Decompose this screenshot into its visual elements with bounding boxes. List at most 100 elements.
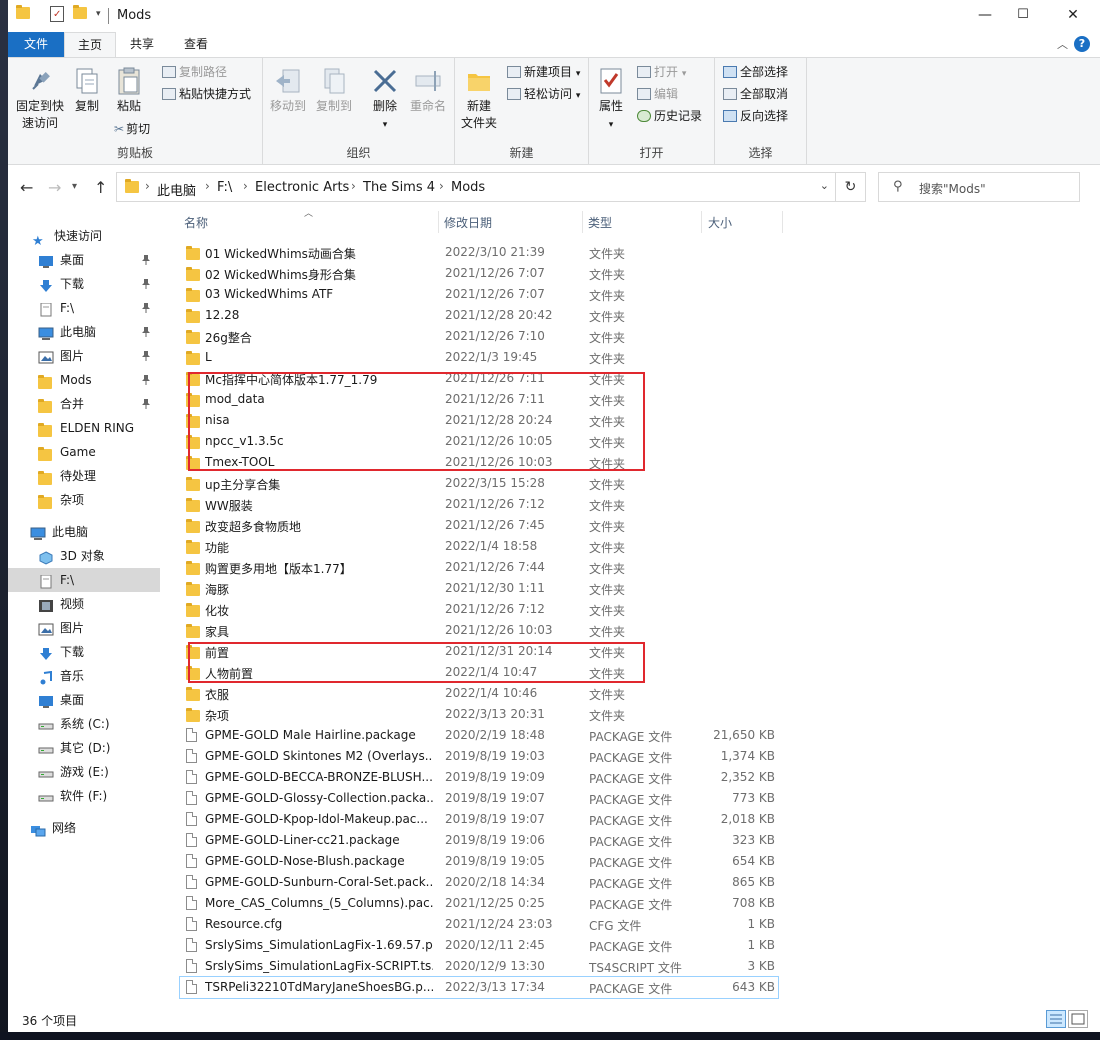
copy-to-button[interactable]: 复制到	[313, 62, 355, 115]
breadcrumb-separator[interactable]: ›	[243, 179, 248, 193]
file-row[interactable]: GPME-GOLD-Nose-Blush.package 2019/8/19 19…	[180, 851, 778, 872]
column-header-size[interactable]: 大小	[708, 214, 732, 231]
maximize-button[interactable]: ☐	[1000, 0, 1046, 32]
nav-item-pc[interactable]: 软件 (F:)	[8, 784, 160, 808]
folder-row[interactable]: 衣服 2022/1/4 10:46 文件夹	[180, 683, 778, 704]
tab-share[interactable]: 共享	[116, 32, 168, 57]
nav-item-quick[interactable]: Mods	[8, 368, 160, 392]
tab-home[interactable]: 主页	[64, 32, 116, 57]
column-header-date[interactable]: 修改日期	[444, 214, 492, 231]
file-row[interactable]: Resource.cfg 2021/12/24 23:03 CFG 文件 1 KB	[180, 914, 778, 935]
folder-row[interactable]: 海豚 2021/12/30 1:11 文件夹	[180, 578, 778, 599]
folder-row[interactable]: 功能 2022/1/4 18:58 文件夹	[180, 536, 778, 557]
breadcrumb-separator[interactable]: ›	[351, 179, 356, 193]
properties-quick-icon[interactable]: ✓	[50, 6, 64, 22]
file-row[interactable]: GPME-GOLD Male Hairline.package 2020/2/19…	[180, 725, 778, 746]
nav-item-quick[interactable]: Game	[8, 440, 160, 464]
file-row[interactable]: GPME-GOLD-Sunburn-Coral-Set.pack... 2020/…	[180, 872, 778, 893]
forward-arrow-icon[interactable]: →	[48, 178, 61, 197]
address-bar[interactable]: › 此电脑 › F:\ › Electronic Arts › The Sims…	[116, 172, 836, 202]
nav-item-pc[interactable]: 音乐	[8, 664, 160, 688]
column-divider[interactable]	[782, 211, 783, 233]
nav-item-pc[interactable]: 游戏 (E:)	[8, 760, 160, 784]
file-row[interactable]: More_CAS_Columns_(5_Columns).pac... 2021/…	[180, 893, 778, 914]
open-button[interactable]: 打开 ▾	[637, 62, 686, 82]
pin-quick-access-button[interactable]: 固定到快 速访问	[12, 62, 68, 132]
file-row[interactable]: GPME-GOLD-Kpop-Idol-Makeup.pac... 2019/8/…	[180, 809, 778, 830]
file-row[interactable]: GPME-GOLD-Liner-cc21.package 2019/8/19 19…	[180, 830, 778, 851]
copy-path-button[interactable]: 复制路径	[162, 62, 227, 82]
history-button[interactable]: 历史记录	[637, 106, 702, 126]
file-row[interactable]: SrslySims_SimulationLagFix-1.69.57.p... 2…	[180, 935, 778, 956]
edit-button[interactable]: 编辑	[637, 84, 678, 104]
folder-row[interactable]: 02 WickedWhims身形合集 2021/12/26 7:07 文件夹	[180, 263, 778, 284]
address-history-chevron-icon[interactable]: ⌄	[820, 179, 829, 192]
delete-dropdown-icon[interactable]: ▾	[383, 120, 388, 130]
nav-item-quick[interactable]: 此电脑	[8, 320, 160, 344]
easy-access-button[interactable]: 轻松访问 ▾	[507, 84, 580, 104]
nav-item-pc[interactable]: 3D 对象	[8, 544, 160, 568]
rename-button[interactable]: 重命名	[407, 62, 449, 115]
folder-row[interactable]: 杂项 2022/3/13 20:31 文件夹	[180, 704, 778, 725]
delete-button[interactable]: 删除 ▾	[367, 62, 403, 134]
nav-item-pc[interactable]: 图片	[8, 616, 160, 640]
folder-row[interactable]: up主分享合集 2022/3/15 15:28 文件夹	[180, 473, 778, 494]
file-row[interactable]: GPME-GOLD-BECCA-BRONZE-BLUSH... 2019/8/19…	[180, 767, 778, 788]
paste-button[interactable]: 粘贴	[112, 62, 146, 115]
folder-row[interactable]: 03 WickedWhims ATF 2021/12/26 7:07 文件夹	[180, 284, 778, 305]
breadcrumb-electronic-arts[interactable]: Electronic Arts	[255, 180, 349, 195]
file-row[interactable]: GPME-GOLD Skintones M2 (Overlays... 2019/…	[180, 746, 778, 767]
select-none-button[interactable]: 全部取消	[723, 84, 788, 104]
help-icon[interactable]: ?	[1074, 36, 1090, 52]
move-to-button[interactable]: 移动到	[267, 62, 309, 115]
search-input[interactable]: ⚲ 搜索"Mods"	[878, 172, 1080, 202]
nav-item-pc[interactable]: 系统 (C:)	[8, 712, 160, 736]
breadcrumb-this-pc[interactable]: 此电脑	[157, 180, 196, 199]
folder-row[interactable]: L 2022/1/3 19:45 文件夹	[180, 347, 778, 368]
column-divider[interactable]	[438, 211, 439, 233]
large-icons-view-icon[interactable]	[1068, 1010, 1088, 1028]
refresh-button[interactable]: ↻	[836, 172, 866, 202]
column-header-type[interactable]: 类型	[588, 214, 612, 231]
back-arrow-icon[interactable]: ←	[20, 178, 33, 197]
nav-item-pc[interactable]: 下载	[8, 640, 160, 664]
close-button[interactable]: ✕	[1050, 0, 1096, 32]
breadcrumb-separator[interactable]: ›	[439, 179, 444, 193]
new-folder-quick-icon[interactable]	[73, 5, 87, 23]
folder-row[interactable]: 改变超多食物质地 2021/12/26 7:45 文件夹	[180, 515, 778, 536]
properties-button[interactable]: 属性 ▾	[593, 62, 629, 134]
breadcrumb-drive-f[interactable]: F:\	[217, 180, 232, 195]
nav-item-quick[interactable]: F:\	[8, 296, 160, 320]
up-arrow-icon[interactable]: ↑	[94, 178, 107, 197]
new-folder-button[interactable]: 新建 文件夹	[457, 62, 501, 132]
properties-dropdown-icon[interactable]: ▾	[609, 120, 614, 130]
nav-this-pc[interactable]: 此电脑	[8, 520, 160, 544]
folder-row[interactable]: 化妆 2021/12/26 7:12 文件夹	[180, 599, 778, 620]
recent-locations-icon[interactable]: ▾	[72, 181, 77, 192]
breadcrumb-mods[interactable]: Mods	[451, 180, 485, 195]
new-item-button[interactable]: 新建项目 ▾	[507, 62, 580, 82]
nav-item-pc[interactable]: 桌面	[8, 688, 160, 712]
customize-quick-access-icon[interactable]: ▾	[96, 9, 101, 19]
file-row[interactable]: GPME-GOLD-Glossy-Collection.packa... 2019…	[180, 788, 778, 809]
tab-file[interactable]: 文件	[8, 32, 64, 57]
breadcrumb-the-sims-4[interactable]: The Sims 4	[363, 180, 435, 195]
nav-item-pc[interactable]: 视频	[8, 592, 160, 616]
nav-item-quick[interactable]: 下载	[8, 272, 160, 296]
copy-button[interactable]: 复制	[70, 62, 104, 115]
nav-item-quick[interactable]: 图片	[8, 344, 160, 368]
collapse-ribbon-icon[interactable]: ︿	[1057, 36, 1068, 52]
folder-row[interactable]: 购置更多用地【版本1.77】 2021/12/26 7:44 文件夹	[180, 557, 778, 578]
folder-row[interactable]: 12.28 2021/12/28 20:42 文件夹	[180, 305, 778, 326]
column-header-name[interactable]: 名称	[184, 214, 208, 231]
nav-item-quick[interactable]: 杂项	[8, 488, 160, 512]
folder-row[interactable]: 家具 2021/12/26 10:03 文件夹	[180, 620, 778, 641]
nav-item-quick[interactable]: 合并	[8, 392, 160, 416]
details-view-icon[interactable]	[1046, 1010, 1066, 1028]
nav-item-quick[interactable]: 桌面	[8, 248, 160, 272]
nav-item-pc[interactable]: F:\	[8, 568, 160, 592]
folder-row[interactable]: 01 WickedWhims动画合集 2022/3/10 21:39 文件夹	[180, 242, 778, 263]
nav-item-quick[interactable]: 待处理	[8, 464, 160, 488]
paste-shortcut-button[interactable]: 粘贴快捷方式	[162, 84, 251, 104]
folder-row[interactable]: WW服装 2021/12/26 7:12 文件夹	[180, 494, 778, 515]
